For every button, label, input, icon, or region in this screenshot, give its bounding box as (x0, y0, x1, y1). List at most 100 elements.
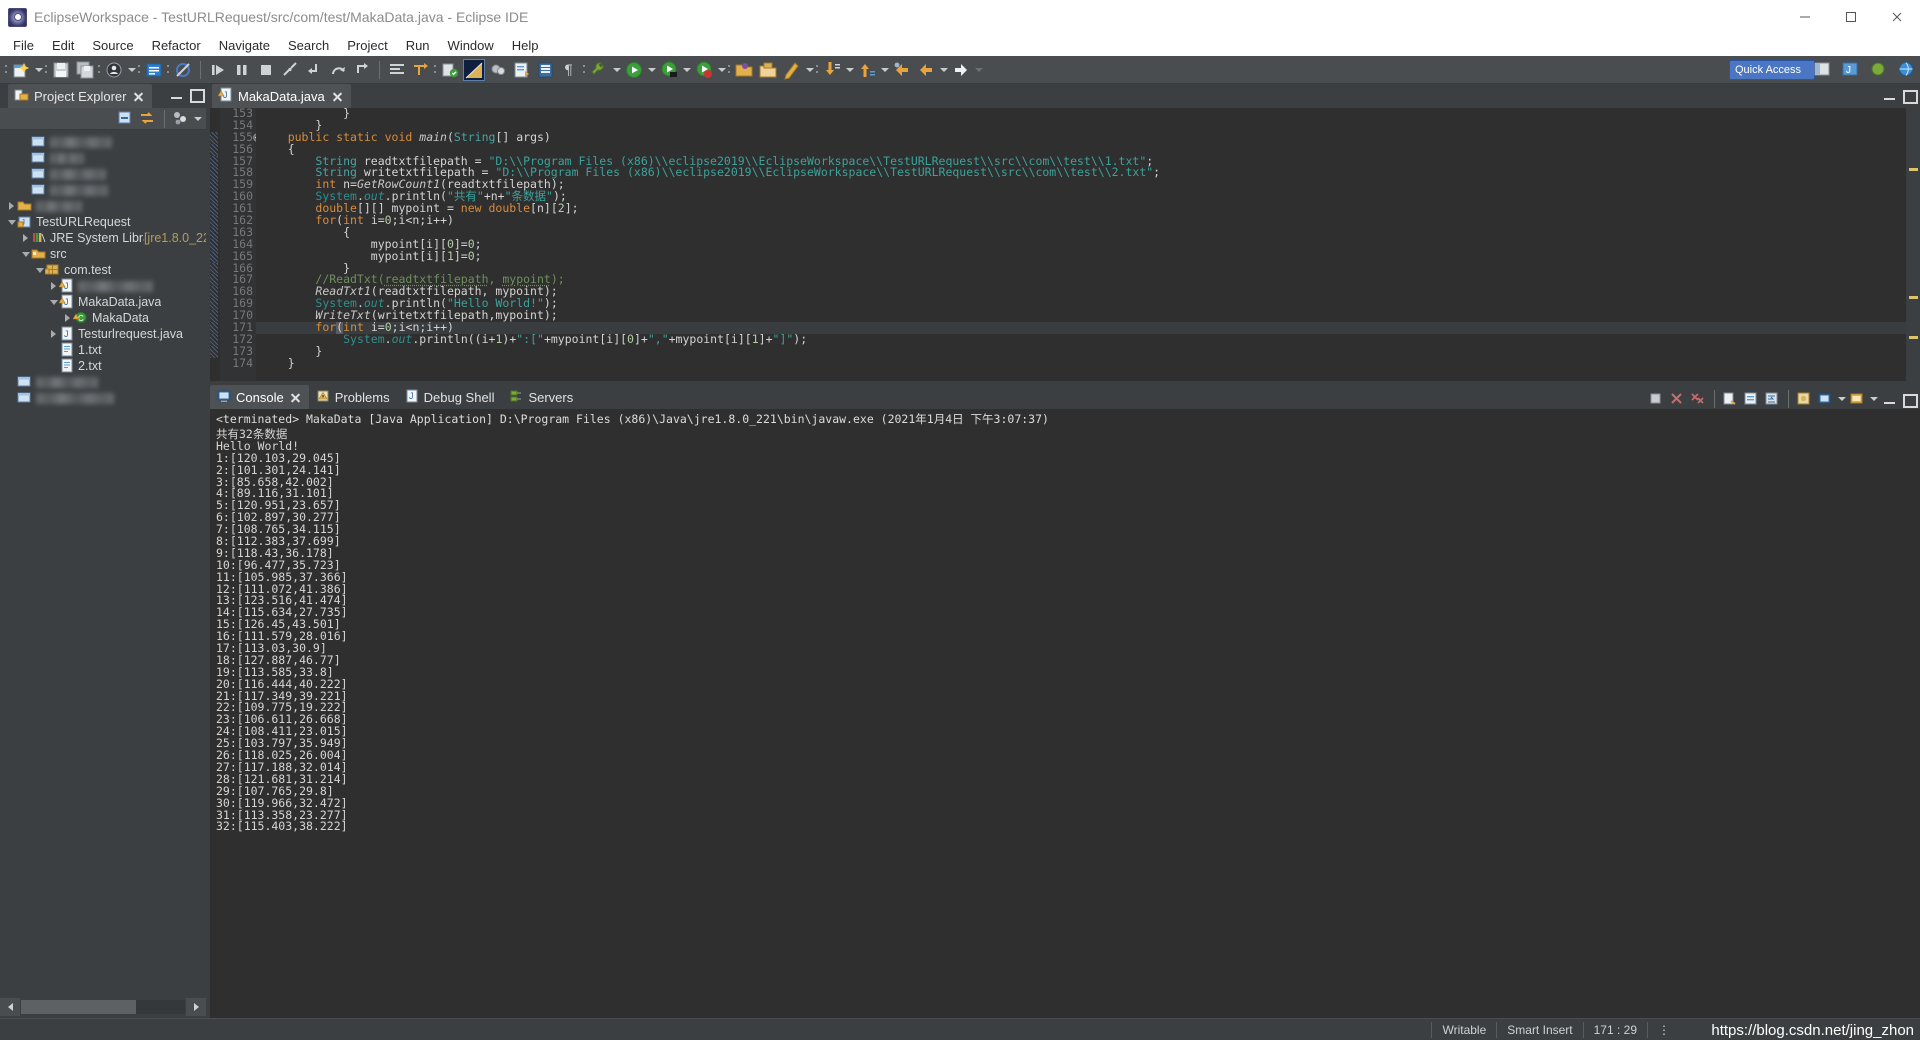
code-line[interactable]: for(int i=0;i<n;i++) (256, 214, 1920, 227)
tree-twisty-collapsed-icon[interactable] (20, 230, 31, 246)
external-tools-icon[interactable] (588, 59, 610, 81)
code-line[interactable]: public static void main(String[] args) (256, 131, 1920, 144)
project-explorer-hscrollbar[interactable] (0, 996, 206, 1018)
forward-icon[interactable] (950, 59, 972, 81)
pilcrow-icon[interactable]: ¶ (559, 59, 581, 81)
menu-navigate[interactable]: Navigate (210, 37, 279, 54)
open-task-list-icon[interactable] (511, 59, 533, 81)
maximize-button[interactable] (1828, 0, 1874, 34)
remove-all-launches-icon[interactable] (1689, 390, 1708, 409)
code-line[interactable]: } (256, 357, 1920, 370)
code-line[interactable]: mypoint[i][1]=0; (256, 250, 1920, 263)
back-history-icon[interactable] (891, 59, 913, 81)
tree-twisty-expanded-icon[interactable] (48, 294, 59, 310)
tree-item[interactable]: 2.txt (0, 358, 206, 374)
pin-console-icon[interactable] (1795, 390, 1814, 409)
menu-edit[interactable]: Edit (43, 37, 83, 54)
tree-item[interactable]: 1.txt (0, 342, 206, 358)
open-console-dropdown-icon[interactable] (1868, 388, 1879, 410)
next-annotation-icon[interactable] (386, 59, 408, 81)
new-java-project-icon[interactable] (733, 59, 755, 81)
tab-debug-shell[interactable]: J Debug Shell (398, 385, 503, 409)
status-menu-icon[interactable]: ⋮ (1648, 1023, 1680, 1037)
code-line[interactable]: double[][] mypoint = new double[n][2]; (256, 202, 1920, 215)
collapse-all-icon[interactable] (116, 109, 136, 129)
new-wizard-dropdown-icon[interactable] (33, 59, 44, 81)
scroll-left-icon[interactable] (0, 998, 20, 1016)
tree-item[interactable]: com.test (0, 262, 206, 278)
open-resource-icon[interactable] (535, 59, 557, 81)
tab-problems[interactable]: Problems (309, 385, 398, 409)
next-edit-icon[interactable] (856, 59, 878, 81)
external-tools-dropdown-icon[interactable] (611, 59, 622, 81)
tree-twisty-collapsed-icon[interactable] (48, 326, 59, 342)
back-dropdown-icon[interactable] (938, 59, 949, 81)
hscroll-thumb[interactable] (21, 1000, 136, 1014)
hscroll-track[interactable] (21, 1000, 185, 1014)
open-perspective-icon[interactable] (1811, 58, 1833, 80)
close-icon[interactable] (332, 91, 343, 102)
new-wizard-icon[interactable] (10, 59, 32, 81)
build-icon[interactable] (439, 59, 461, 81)
warning-marker[interactable] (1909, 296, 1918, 299)
close-icon[interactable] (290, 392, 301, 403)
toggle-markoccurrences-icon[interactable] (410, 59, 432, 81)
close-button[interactable] (1874, 0, 1920, 34)
previous-edit-icon[interactable] (821, 59, 843, 81)
debug-icon[interactable] (658, 59, 680, 81)
menu-refactor[interactable]: Refactor (143, 37, 210, 54)
tab-servers[interactable]: Servers (502, 385, 581, 409)
code-line[interactable]: { (256, 226, 1920, 239)
tree-item[interactable] (0, 150, 206, 166)
search-icon[interactable] (463, 58, 485, 81)
code-line[interactable]: } (256, 345, 1920, 358)
tree-item[interactable]: src (0, 246, 206, 262)
tab-makadata-java[interactable]: J MakaData.java (212, 84, 351, 108)
minimize-view-icon[interactable] (169, 86, 185, 102)
menu-file[interactable]: File (4, 37, 43, 54)
minimize-button[interactable] (1782, 0, 1828, 34)
tree-twisty-expanded-icon[interactable] (34, 262, 45, 278)
step-return-icon[interactable] (351, 59, 373, 81)
tree-twisty-expanded-icon[interactable] (20, 246, 31, 262)
maximize-editor-icon[interactable] (1901, 87, 1918, 104)
step-into-icon[interactable] (303, 59, 325, 81)
tree-item[interactable]: J (0, 278, 206, 294)
tree-item[interactable]: J Testurlrequest.java (0, 326, 206, 342)
tree-item[interactable]: JRE System Library [jre1.8.0_221 (0, 230, 206, 246)
remove-launch-icon[interactable] (1668, 390, 1687, 409)
disconnect-icon[interactable] (279, 59, 301, 81)
close-icon[interactable] (133, 91, 144, 102)
menu-window[interactable]: Window (439, 37, 503, 54)
tree-item[interactable] (0, 198, 206, 214)
open-task-icon[interactable] (143, 59, 165, 81)
tree-twisty-collapsed-icon[interactable] (6, 198, 17, 214)
warning-marker[interactable] (1909, 336, 1918, 339)
skip-breakpoints-icon[interactable] (172, 59, 194, 81)
tree-item[interactable] (0, 182, 206, 198)
code-text[interactable]: } } public static void main(String[] arg… (256, 108, 1920, 381)
clear-console-icon[interactable] (1721, 390, 1740, 409)
coverage-icon[interactable] (693, 59, 715, 81)
next-edit-dropdown-icon[interactable] (879, 59, 890, 81)
display-console-icon[interactable] (1816, 390, 1835, 409)
console-output[interactable]: <terminated> MakaData [Java Application]… (210, 409, 1920, 1018)
project-tree[interactable]: JTestURLRequestJRE System Library [jre1.… (0, 130, 206, 994)
forward-dropdown-icon[interactable] (973, 59, 984, 81)
save-all-icon[interactable] (74, 59, 96, 81)
open-type-icon[interactable] (487, 59, 509, 81)
save-icon[interactable] (50, 59, 72, 81)
terminate-icon[interactable] (1647, 390, 1666, 409)
resume-icon[interactable] (207, 59, 229, 81)
new-java-package-icon[interactable] (757, 59, 779, 81)
tree-item[interactable] (0, 166, 206, 182)
terminate-icon[interactable] (255, 59, 277, 81)
menu-source[interactable]: Source (83, 37, 142, 54)
previous-edit-dropdown-icon[interactable] (844, 59, 855, 81)
code-line[interactable]: mypoint[i][0]=0; (256, 238, 1920, 251)
tree-item[interactable]: J MakaData.java (0, 294, 206, 310)
view-menu-dropdown-icon[interactable] (192, 108, 203, 130)
tab-console[interactable]: Console (210, 385, 309, 409)
tree-item[interactable] (0, 134, 206, 150)
word-wrap-icon[interactable] (1763, 390, 1782, 409)
